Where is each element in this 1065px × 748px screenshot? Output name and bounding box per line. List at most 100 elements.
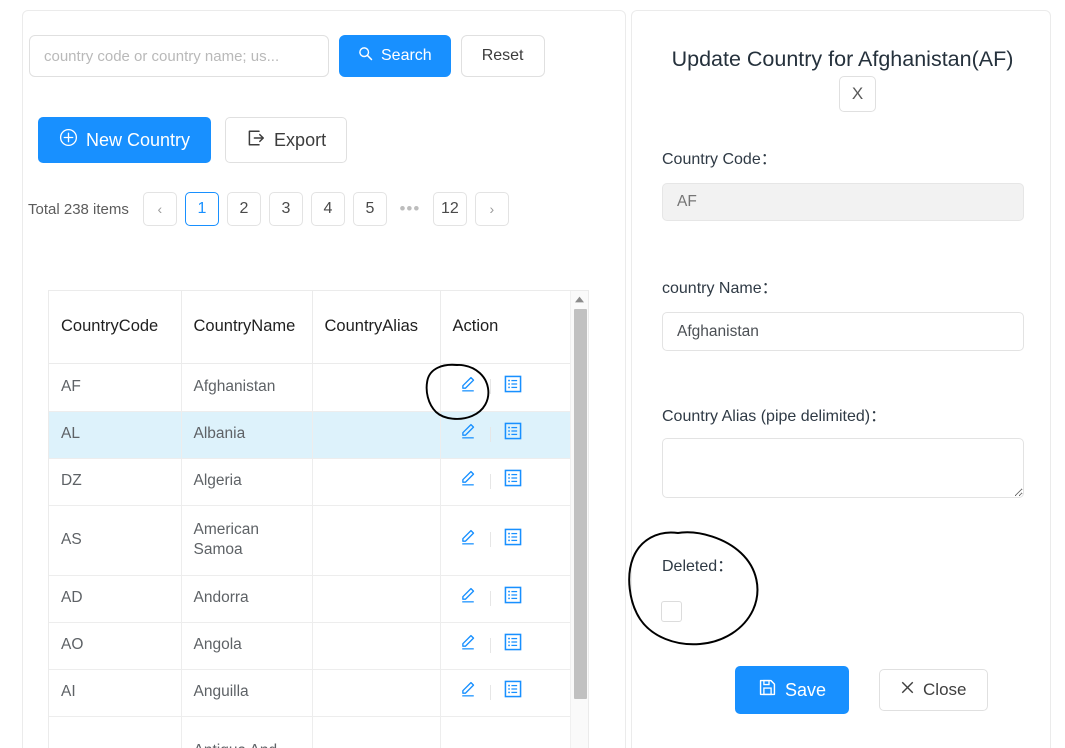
pagination-ellipsis[interactable]: •••	[395, 199, 425, 219]
country-code-input[interactable]	[662, 183, 1024, 221]
table-header-row: CountryCode CountryName CountryAlias Act…	[49, 291, 572, 364]
panel-close-button[interactable]: X	[839, 76, 876, 112]
country-name-input[interactable]	[662, 312, 1024, 351]
pagination-page-3[interactable]: 3	[268, 192, 303, 226]
action-divider	[489, 473, 491, 489]
cell-alias	[312, 575, 441, 623]
table-scrollbar[interactable]	[570, 291, 588, 748]
cell-action	[440, 622, 572, 670]
cell-alias	[312, 622, 441, 670]
detail-list-icon[interactable]	[504, 528, 522, 552]
scrollbar-thumb[interactable]	[574, 309, 587, 699]
update-country-panel	[631, 10, 1051, 748]
pagination-page-5[interactable]: 5	[352, 192, 387, 226]
cell-name: Algeria	[181, 458, 313, 506]
search-button[interactable]: Search	[339, 35, 451, 77]
pagination-total: Total 238 items	[28, 200, 129, 218]
action-divider	[489, 637, 491, 653]
cell-action	[440, 669, 572, 717]
detail-list-icon[interactable]	[504, 422, 522, 446]
table-row[interactable]: AL Albania	[49, 411, 572, 459]
detail-list-icon[interactable]	[504, 633, 522, 657]
cell-name: Andorra	[181, 575, 313, 623]
table-row[interactable]: AD Andorra	[49, 575, 572, 623]
country-alias-textarea[interactable]	[662, 438, 1024, 498]
scroll-up-arrow-icon[interactable]	[571, 291, 588, 307]
edit-pencil-icon[interactable]	[459, 680, 477, 704]
edit-pencil-icon[interactable]	[459, 633, 477, 657]
cell-code	[49, 716, 182, 748]
close-label: Close	[923, 680, 967, 699]
cell-name: Antigua And	[181, 716, 313, 748]
table-body: AF Afghanistan AL Albania DZ Algeria AS …	[49, 363, 572, 748]
table-row[interactable]: AS American Samoa	[49, 505, 572, 576]
pagination-page-2[interactable]: 2	[226, 192, 261, 226]
table-head: CountryCode CountryName CountryAlias Act…	[49, 291, 572, 364]
new-country-button[interactable]: New Country	[38, 117, 212, 163]
edit-pencil-icon[interactable]	[459, 586, 477, 610]
edit-pencil-icon[interactable]	[459, 375, 477, 399]
col-header-countryalias[interactable]: CountryAlias	[312, 291, 441, 364]
table-row[interactable]: AF Afghanistan	[49, 363, 572, 412]
export-button[interactable]: Export	[225, 117, 348, 163]
cell-alias	[312, 505, 441, 576]
panel-close-footer-button[interactable]: Close	[879, 669, 988, 711]
cell-name: Anguilla	[181, 669, 313, 717]
export-icon	[246, 128, 266, 153]
edit-pencil-icon[interactable]	[459, 422, 477, 446]
detail-list-icon[interactable]	[504, 680, 522, 704]
cell-code: AS	[49, 505, 182, 576]
export-label: Export	[274, 129, 327, 150]
new-country-label: New Country	[86, 129, 191, 150]
edit-pencil-icon[interactable]	[459, 528, 477, 552]
cell-code: AD	[49, 575, 182, 623]
detail-list-icon[interactable]	[504, 586, 522, 610]
country-table: CountryCode CountryName CountryAlias Act…	[49, 291, 572, 748]
cell-alias	[312, 716, 441, 748]
search-icon	[358, 46, 373, 66]
cell-code: AI	[49, 669, 182, 717]
pagination-page-last[interactable]: 12	[432, 192, 467, 226]
cell-name: Afghanistan	[181, 363, 313, 412]
cell-action	[440, 575, 572, 623]
edit-pencil-icon[interactable]	[459, 469, 477, 493]
cell-action	[440, 411, 572, 459]
save-button[interactable]: Save	[735, 666, 850, 714]
x-icon	[900, 680, 915, 700]
col-header-countrycode[interactable]: CountryCode	[49, 291, 182, 364]
search-bar: Search Reset	[29, 35, 545, 77]
cell-name: Angola	[181, 622, 313, 670]
action-divider	[489, 532, 491, 548]
pagination-next[interactable]: ›	[474, 192, 509, 226]
table-row[interactable]: Antigua And	[49, 716, 572, 748]
col-header-countryname[interactable]: CountryName	[181, 291, 313, 364]
cell-alias	[312, 363, 441, 412]
cell-action	[440, 363, 572, 412]
col-header-action[interactable]: Action	[440, 291, 572, 364]
country-code-label: Country Code：	[662, 151, 777, 168]
save-disk-icon	[758, 678, 777, 702]
action-divider	[489, 426, 491, 442]
deleted-checkbox[interactable]	[661, 601, 682, 622]
cell-alias	[312, 669, 441, 717]
cell-name: American Samoa	[181, 505, 313, 576]
action-divider	[489, 590, 491, 606]
detail-list-icon[interactable]	[504, 375, 522, 399]
search-input[interactable]	[29, 35, 329, 77]
close-x-icon: X	[851, 84, 864, 103]
reset-button[interactable]: Reset	[460, 35, 545, 77]
table-row[interactable]: DZ Algeria	[49, 458, 572, 506]
cell-alias	[312, 458, 441, 506]
table-row[interactable]: AO Angola	[49, 622, 572, 670]
cell-code: AL	[49, 411, 182, 459]
pagination-prev[interactable]: ‹	[142, 192, 177, 226]
cell-name: Albania	[181, 411, 313, 459]
pagination-page-1[interactable]: 1	[184, 192, 219, 226]
detail-list-icon[interactable]	[504, 469, 522, 493]
pagination-page-4[interactable]: 4	[310, 192, 345, 226]
table-row[interactable]: AI Anguilla	[49, 669, 572, 717]
country-table-container: CountryCode CountryName CountryAlias Act…	[48, 290, 589, 748]
app-screen: Search Reset New Country	[0, 0, 1065, 748]
deleted-label: Deleted：	[662, 558, 734, 575]
cell-code: DZ	[49, 458, 182, 506]
